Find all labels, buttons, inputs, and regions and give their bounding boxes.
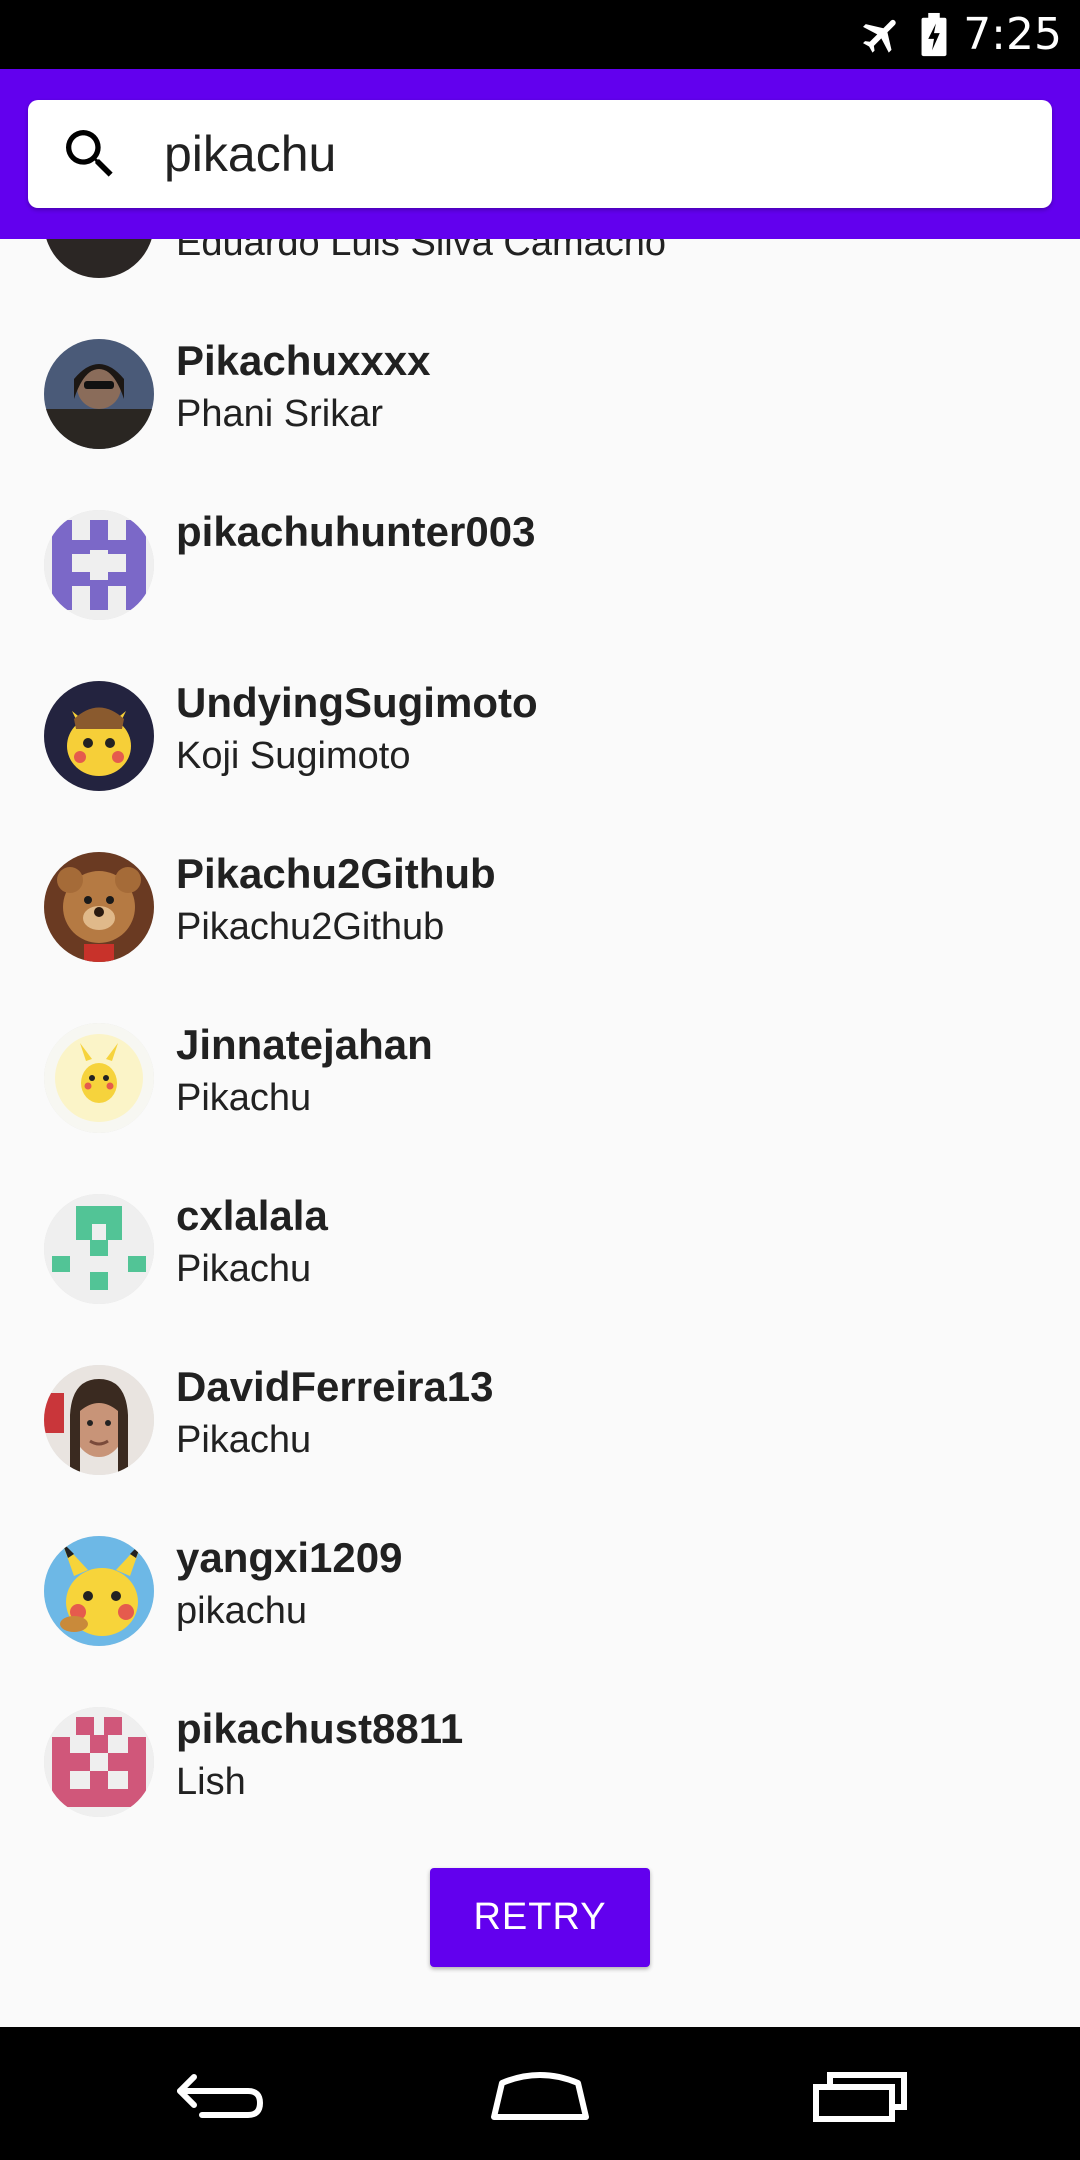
avatar bbox=[44, 239, 154, 278]
avatar bbox=[44, 1536, 154, 1646]
home-icon[interactable] bbox=[480, 2055, 600, 2135]
search-input[interactable]: pikachu bbox=[164, 100, 336, 208]
search-bar[interactable]: pikachu bbox=[28, 100, 1052, 208]
navigation-bar bbox=[0, 2027, 1080, 2160]
user-login: pikachuhunter003 bbox=[176, 508, 536, 555]
avatar bbox=[44, 510, 154, 620]
avatar bbox=[44, 1194, 154, 1304]
user-name: Koji Sugimoto bbox=[176, 735, 411, 777]
list-item[interactable]: pikachust8811 Lish bbox=[0, 1677, 1080, 1848]
user-name: Pikachu bbox=[176, 1248, 312, 1290]
avatar bbox=[44, 1023, 154, 1133]
list-item[interactable]: Jinnatejahan Pikachu bbox=[0, 993, 1080, 1164]
list-item[interactable]: yangxi1209 pikachu bbox=[0, 1506, 1080, 1677]
list-item[interactable]: UndyingSugimoto Koji Sugimoto bbox=[0, 651, 1080, 822]
user-name: Lish bbox=[176, 1761, 246, 1803]
user-login: Jinnatejahan bbox=[176, 1021, 433, 1068]
list-item[interactable]: Eduardo Luis Silva Camacho bbox=[0, 239, 1080, 309]
user-list[interactable]: Eduardo Luis Silva Camacho Pikachuxxxx P… bbox=[0, 239, 1080, 2027]
avatar bbox=[44, 1707, 154, 1817]
user-login: DavidFerreira13 bbox=[176, 1363, 494, 1410]
avatar bbox=[44, 681, 154, 791]
status-icons: 7:25 bbox=[859, 0, 1062, 69]
user-name: Pikachu bbox=[176, 1077, 312, 1119]
user-login: cxlalala bbox=[176, 1192, 328, 1239]
user-login: Pikachu2Github bbox=[176, 850, 496, 897]
back-icon[interactable] bbox=[160, 2055, 280, 2135]
user-login: UndyingSugimoto bbox=[176, 679, 538, 726]
app-header: pikachu bbox=[0, 69, 1080, 239]
list-item[interactable]: Pikachu2Github Pikachu2Github bbox=[0, 822, 1080, 993]
user-name: pikachu bbox=[176, 1590, 307, 1632]
user-name: Pikachu2Github bbox=[176, 906, 445, 948]
list-item[interactable]: DavidFerreira13 Pikachu bbox=[0, 1335, 1080, 1506]
list-item[interactable]: pikachuhunter003 bbox=[0, 480, 1080, 651]
search-icon[interactable] bbox=[58, 122, 122, 186]
retry-button[interactable]: RETRY bbox=[430, 1868, 650, 1967]
recents-icon[interactable] bbox=[800, 2055, 920, 2135]
user-name: Pikachu bbox=[176, 1419, 312, 1461]
airplane-mode-icon bbox=[859, 12, 905, 58]
user-name: Phani Srikar bbox=[176, 393, 383, 435]
avatar bbox=[44, 852, 154, 962]
status-time: 7:25 bbox=[963, 9, 1062, 60]
user-login: Pikachuxxxx bbox=[176, 337, 431, 384]
user-name: Eduardo Luis Silva Camacho bbox=[176, 239, 667, 264]
list-item[interactable]: cxlalala Pikachu bbox=[0, 1164, 1080, 1335]
battery-charging-icon bbox=[919, 12, 949, 58]
avatar bbox=[44, 339, 154, 449]
user-login: yangxi1209 bbox=[176, 1534, 403, 1581]
user-login: pikachust8811 bbox=[176, 1705, 464, 1752]
avatar bbox=[44, 1365, 154, 1475]
list-item[interactable]: Pikachuxxxx Phani Srikar bbox=[0, 309, 1080, 480]
status-bar: 7:25 bbox=[0, 0, 1080, 69]
